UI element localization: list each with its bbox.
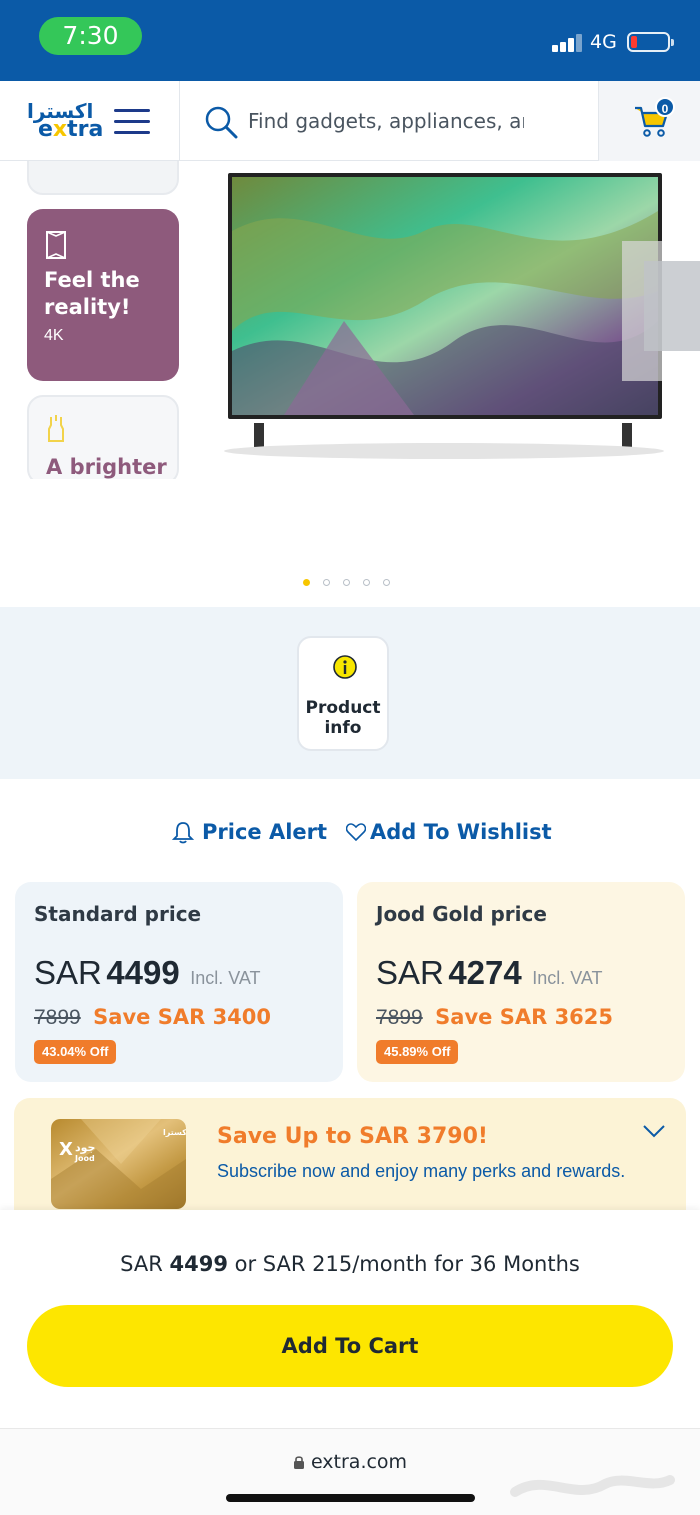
battery-icon [627,32,674,52]
standard-price-card[interactable]: Standard price SAR 4499 Incl. VAT 7899 S… [15,882,343,1082]
feature-card-title: Feel the reality! [44,268,140,319]
gold-price-heading: Jood Gold price [376,902,547,926]
tv-frame-icon [46,231,66,259]
installment-info: SAR 4499 or SAR 215/month for 36 Months [120,1252,580,1276]
original-price: 7899 [376,1006,423,1029]
search-icon[interactable] [204,105,238,139]
home-indicator [226,1494,475,1502]
add-to-wishlist-button[interactable]: Add To Wishlist [346,820,552,844]
save-amount: Save SAR 3400 [93,1005,272,1029]
tv-product-image [224,173,700,459]
jood-title: Save Up to SAR 3790! [217,1124,488,1149]
cellular-signal-icon [552,32,584,52]
jood-gold-price-card[interactable]: Jood Gold price SAR 4274 Incl. VAT 7899 … [357,882,685,1082]
gallery-dot[interactable] [303,579,310,586]
sticky-purchase-bar: SAR 4499 or SAR 215/month for 36 Months … [0,1210,700,1428]
wishlist-label: Add To Wishlist [370,820,552,844]
standard-price: SAR 4499 Incl. VAT [34,954,261,991]
feature-card-brightness[interactable]: A brighter [27,395,179,485]
info-icon [333,655,357,679]
card-brand-ar: جود [75,1141,95,1154]
card-brand-en: Jood [74,1154,95,1163]
cart-button[interactable]: 0 [598,81,700,161]
discount-badge: 43.04% Off [34,1040,117,1064]
site-header: اكسترا extra 0 [0,81,700,161]
svg-text:X: X [59,1139,73,1160]
product-info-strip: Product info [0,607,700,779]
bulb-icon [48,415,64,442]
original-price: 7899 [34,1006,81,1029]
feature-card-subtitle: 4K [44,327,64,344]
product-actions: Price Alert Add To Wishlist [0,800,700,868]
gallery-fade [20,479,190,499]
hamburger-icon[interactable] [114,109,150,135]
bell-icon [172,822,194,844]
feature-card-4k[interactable]: Feel the reality! 4K [27,209,179,381]
lock-icon [293,1456,304,1469]
gallery-dot[interactable] [343,579,350,586]
network-type: 4G [590,31,617,53]
product-info-label: Product info [305,698,381,738]
standard-savings: 7899 Save SAR 3400 [34,1005,271,1030]
card-logo-text: اكسترا [163,1128,186,1137]
chevron-down-icon[interactable] [642,1124,666,1138]
save-amount: Save SAR 3625 [435,1005,614,1029]
standard-price-heading: Standard price [34,902,202,926]
gallery-dot[interactable] [323,579,330,586]
gold-price: SAR 4274 Incl. VAT [376,954,603,991]
gallery-thumbnail[interactable] [27,161,179,195]
gallery-dot[interactable] [363,579,370,586]
gold-savings: 7899 Save SAR 3625 [376,1005,613,1030]
search-input[interactable] [248,103,524,139]
feature-card-2-title: A brighter [46,455,167,479]
price-alert-label: Price Alert [202,820,328,844]
heart-icon [346,823,366,841]
price-alert-button[interactable]: Price Alert [172,820,327,844]
product-info-button[interactable]: Product info [297,636,389,751]
extra-logo[interactable]: اكسترا extra [24,99,103,145]
watermark-logo [510,1475,675,1497]
status-bar: 7:30 4G [0,0,700,81]
add-to-cart-button[interactable]: Add To Cart [27,1305,673,1387]
jood-subscription-banner[interactable]: اكسترا X جود Jood Save Up to SAR 3790! S… [14,1098,686,1218]
gallery-dot[interactable] [383,579,390,586]
status-time: 7:30 [39,17,142,55]
jood-description: Subscribe now and enjoy many perks and r… [217,1161,626,1181]
product-gallery[interactable]: Feel the reality! 4K A brighter [0,161,700,607]
discount-badge: 45.89% Off [376,1040,459,1064]
cart-count-badge: 0 [655,97,675,117]
jood-gold-card-image: اكسترا X جود Jood [51,1119,186,1209]
header-divider [179,81,180,161]
